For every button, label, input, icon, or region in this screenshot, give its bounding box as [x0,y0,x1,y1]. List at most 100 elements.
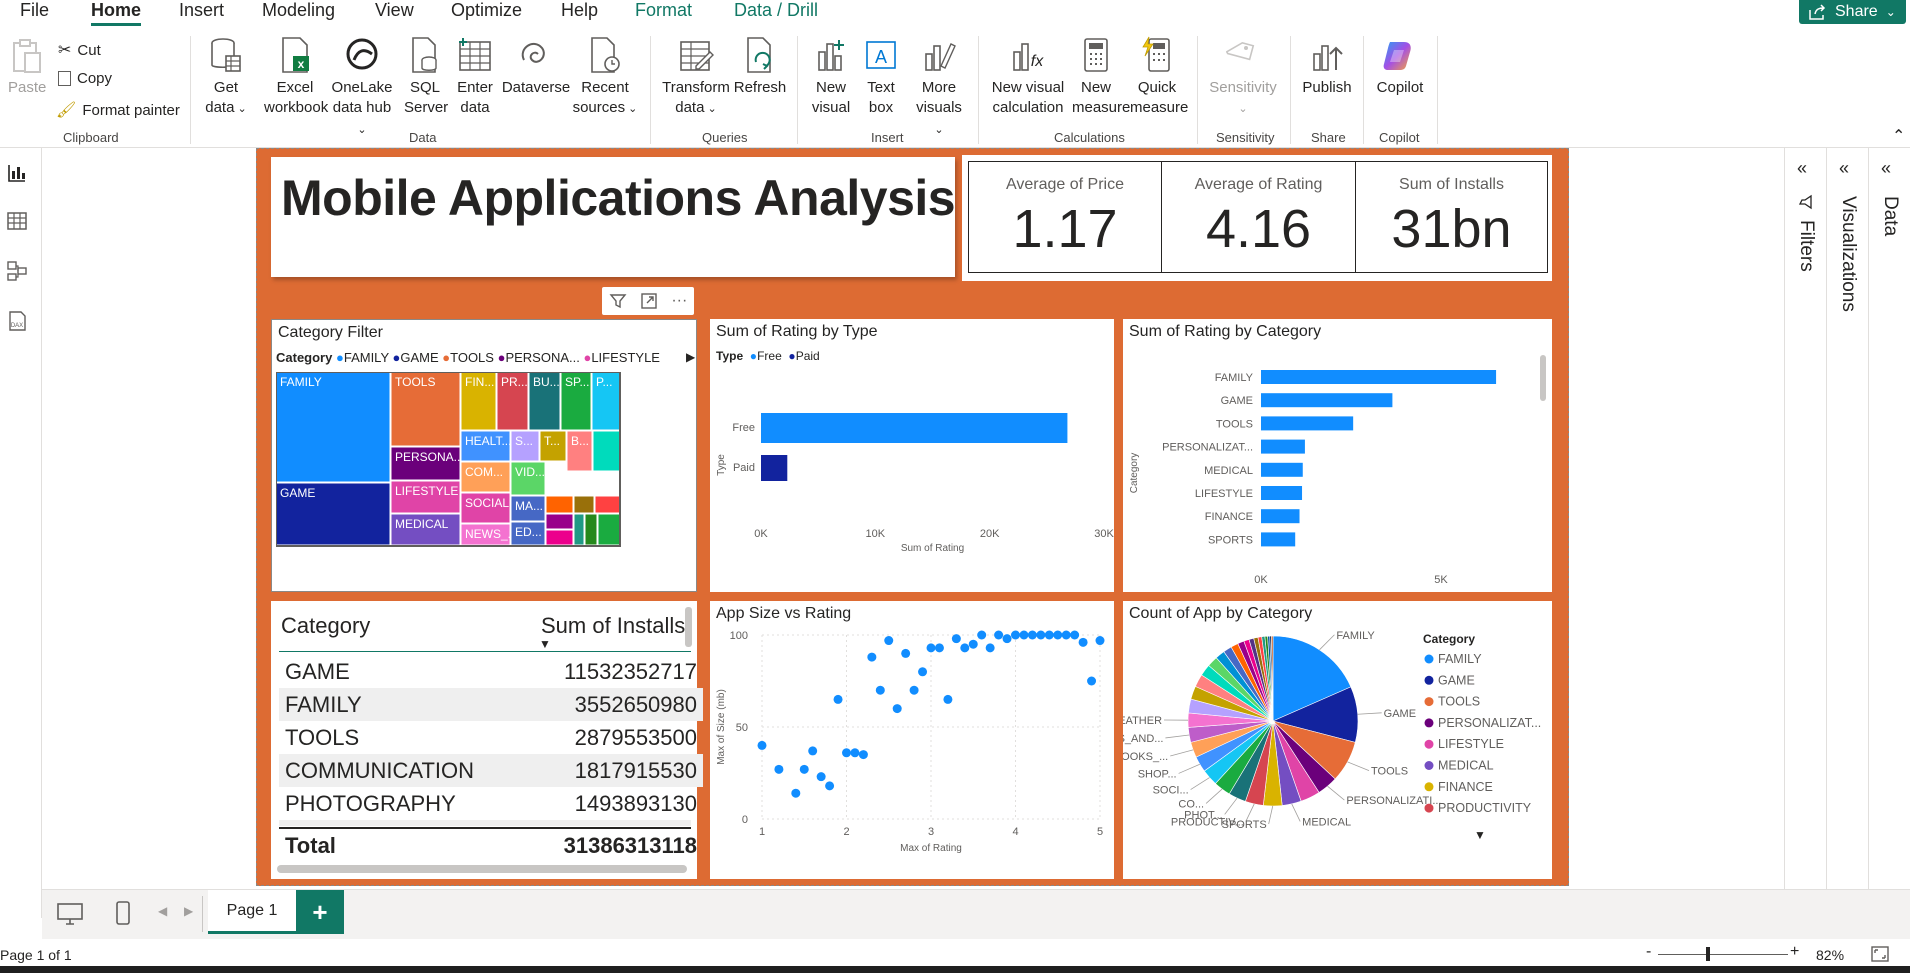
treemap-tile[interactable]: SOCIAL [460,492,511,524]
copy-button[interactable]: Copy [58,70,112,87]
table-row[interactable]: COMMUNICATION 1817915530 [279,754,703,787]
zoom-out-icon[interactable]: - [1646,943,1651,961]
scatter-point[interactable] [774,764,784,774]
treemap-tile[interactable]: PR... [496,372,529,431]
count-by-category-visual[interactable]: Count of App by Category FAMILY GAME TOOLS… [1123,601,1552,879]
quick-measure-button[interactable]: Quick measure [1130,36,1188,118]
treemap-tile[interactable]: SP... [560,372,592,431]
sensitivity-button[interactable]: Sensitivity ⌄ [1206,36,1280,119]
scatter-point[interactable] [799,764,809,774]
bar-category[interactable] [1261,416,1354,431]
enter-data-button[interactable]: Enter data [454,36,496,118]
treemap-tile[interactable]: NEWS_... [460,523,518,546]
scatter-point[interactable] [858,750,868,760]
expand-chevron-icon[interactable]: « [1797,158,1807,179]
data-pane-collapsed[interactable]: « Data [1868,148,1910,889]
more-options-icon[interactable]: ··· [671,293,687,309]
scatter-point[interactable] [1002,634,1012,644]
rating-by-type-chart[interactable]: Free Paid 0K 10K 20K 30K Sum of Rating Type [710,367,1114,592]
treemap-tile[interactable]: GAME [276,482,391,546]
add-page-button[interactable]: + [296,890,344,934]
bar-free[interactable] [761,413,1068,443]
treemap-tile[interactable]: MA... [510,495,546,522]
menu-tab-optimize[interactable]: Optimize [451,0,522,21]
scatter-point[interactable] [943,694,953,704]
rating-by-category-visual[interactable]: Sum of Rating by Category FAMILY GAME TOOL… [1123,319,1552,592]
scatter-point[interactable] [985,643,995,653]
new-visual-button[interactable]: New visual [808,36,854,118]
bar-category[interactable] [1261,370,1497,384]
expand-chevron-icon[interactable]: « [1839,158,1849,179]
text-box-button[interactable]: A Text box [860,36,902,118]
sql-server-button[interactable]: SQL Server [404,36,448,118]
menu-tab-insert[interactable]: Insert [179,0,224,21]
filter-icon[interactable] [609,292,627,310]
scatter-point[interactable] [1061,630,1071,640]
next-page-icon[interactable]: ▶ [184,904,193,918]
expand-chevron-icon[interactable]: « [1881,158,1891,179]
visualizations-pane-collapsed[interactable]: « Visualizations [1826,148,1868,889]
bar-category[interactable] [1261,486,1303,500]
dataverse-button[interactable]: Dataverse [500,36,572,98]
treemap-tile-small[interactable] [545,513,574,530]
legend-item[interactable]: PERSONALIZAT... [1438,716,1541,730]
treemap-tile[interactable]: S... [510,430,540,462]
report-title-card[interactable]: Mobile Applications Analysis [271,157,956,277]
scatter-point[interactable] [1019,630,1029,640]
bar-category[interactable] [1261,532,1296,547]
table-row[interactable]: PHOTOGRAPHY 1493893130 [279,787,703,820]
desktop-layout-icon[interactable] [56,902,84,926]
scatter-point[interactable] [825,781,835,791]
treemap-tile-small[interactable] [584,513,598,546]
scatter-chart[interactable]: 0 50 100 1 2 3 4 5 Max of Rating Max of Size (mb) [710,623,1114,879]
scatter-point[interactable] [791,788,801,798]
table-row[interactable]: TOOLS 2879553500 [279,721,703,754]
rating-by-category-chart[interactable]: FAMILY GAME TOOLS PERSONALIZAT... MEDICAL LIF… [1123,343,1552,592]
vertical-scrollbar[interactable] [685,607,692,647]
menu-tab-file[interactable]: File [20,0,49,21]
menu-tab-help[interactable]: Help [561,0,598,21]
treemap-tile[interactable]: ED... [510,521,546,546]
menu-tab-modeling[interactable]: Modeling [262,0,335,21]
transform-data-button[interactable]: Transform data ⌄ [660,36,732,119]
installs-table[interactable]: Category Sum of Installs ▼ GAME 115323527… [271,601,703,879]
menu-tab-data-drill[interactable]: Data / Drill [734,0,818,21]
treemap-tile[interactable]: FIN... [460,372,497,431]
get-data-button[interactable]: Get data ⌄ [202,36,250,119]
scatter-point[interactable] [1095,636,1105,646]
treemap-tile[interactable]: VID... [510,461,546,496]
scatter-point[interactable] [951,634,961,644]
legend-item[interactable]: PERSONA... [505,350,579,365]
excel-workbook-button[interactable]: x Excel workbook [264,36,328,118]
scatter-point[interactable] [875,685,885,695]
scatter-point[interactable] [1053,630,1063,640]
treemap-chart[interactable]: FAMILY TOOLS FIN... PR... BU... SP... P... PERS… [276,372,696,588]
refresh-button[interactable]: Refresh [732,36,788,98]
treemap-tile-small[interactable] [594,495,621,514]
bar-paid[interactable] [761,455,788,481]
treemap-tile[interactable]: T... [539,430,567,462]
onelake-data-hub-button[interactable]: OneLake data hub ⌄ [330,36,394,140]
filters-pane-collapsed[interactable]: « Filters [1784,148,1826,889]
treemap-visual[interactable]: Category Filter Category ●FAMILY ●GAME ●… [271,319,697,592]
focus-mode-icon[interactable] [640,292,658,310]
share-button[interactable]: Share ⌄ [1799,0,1906,24]
new-visual-calculation-button[interactable]: fx New visual calculation [988,36,1068,118]
scatter-point[interactable] [934,643,944,653]
scatter-point[interactable] [977,630,987,640]
fit-to-page-icon[interactable] [1870,945,1890,963]
scatter-point[interactable] [833,694,843,704]
previous-page-icon[interactable]: ◀ [158,904,167,918]
treemap-tile[interactable]: PERSONA... [390,446,464,481]
app-size-vs-rating-visual[interactable]: App Size vs Rating 0 50 100 1 2 3 4 5 Max of Rat… [710,601,1114,879]
scatter-point[interactable] [926,643,936,653]
legend-item[interactable]: LIFESTYLE [591,350,660,365]
menu-tab-home[interactable]: Home [91,0,141,21]
bar-category[interactable] [1261,439,1305,454]
scatter-point[interactable] [994,630,1004,640]
paste-button[interactable]: Paste [8,38,46,98]
more-visuals-button[interactable]: More visuals ⌄ [912,36,966,140]
mobile-layout-icon[interactable] [114,900,132,926]
scatter-point[interactable] [1070,630,1080,640]
scatter-point[interactable] [842,748,851,758]
